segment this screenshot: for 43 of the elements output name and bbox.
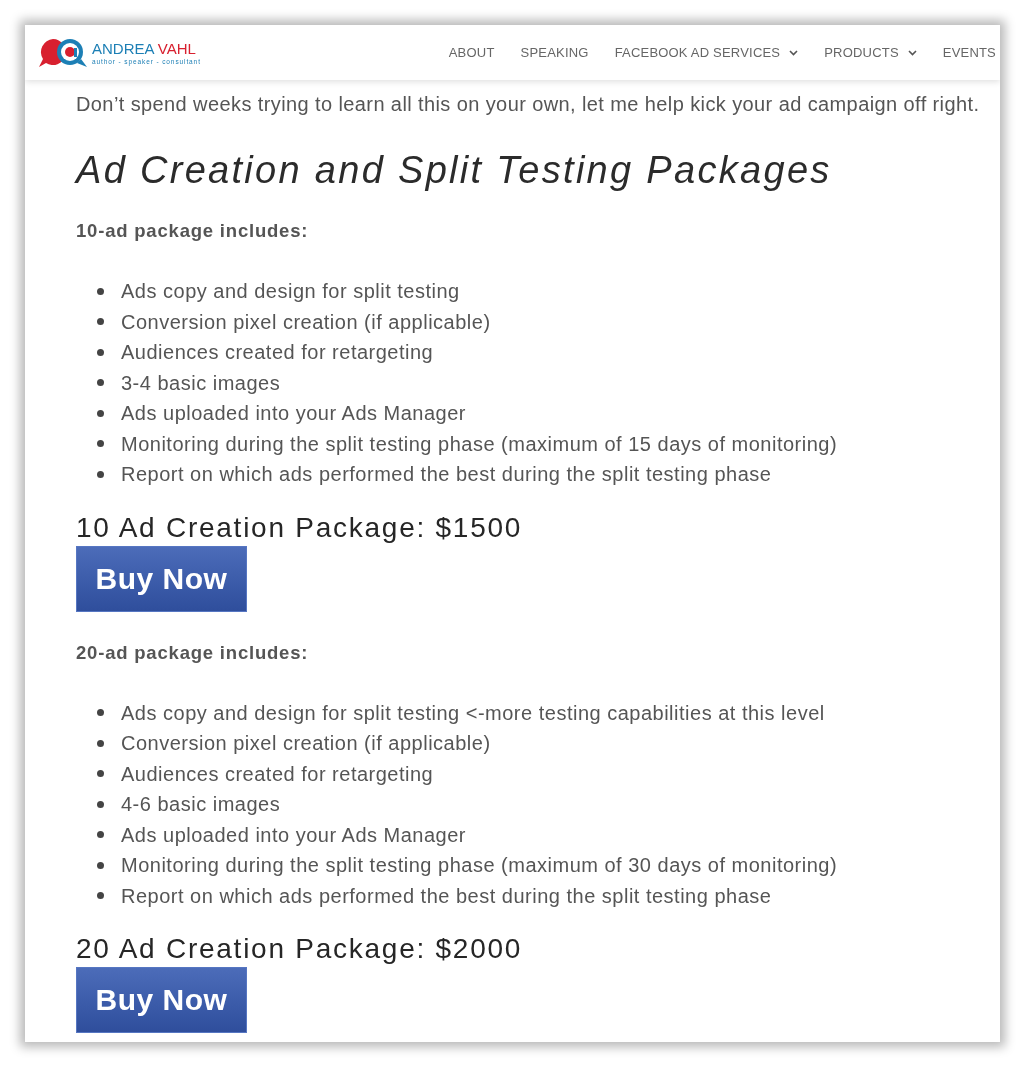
bullet-icon [97, 770, 104, 778]
bullet-icon [97, 709, 104, 717]
feature-text: 3-4 basic images [121, 370, 281, 395]
feature-text: Conversion pixel creation (if applicable) [121, 309, 491, 334]
intro-text: Don’t spend weeks trying to learn all this on your own, let me help kick your ad campaign off right. [76, 92, 981, 116]
feature-text: Ads copy and design for split testing <-more testing capabilities at this level [121, 700, 825, 725]
package-heading: 10-ad package includes: [76, 220, 309, 242]
feature-text: Ads uploaded into your Ads Manager [121, 822, 466, 847]
feature-text: Ads copy and design for split testing [121, 279, 460, 304]
bullet-icon [97, 318, 104, 326]
feature-text: 4-6 basic images [121, 792, 281, 817]
logo-name: ANDREA VAHL [92, 40, 197, 57]
price-heading: 20 Ad Creation Package: $2000 [76, 932, 523, 966]
feature-text: Report on which ads performed the best during the split testing phase [121, 883, 772, 908]
feature-text: Report on which ads performed the best during the split testing phase [121, 462, 772, 487]
bullet-icon [97, 379, 104, 387]
bullet-icon [97, 831, 104, 839]
package-heading: 20-ad package includes: [76, 641, 309, 664]
nav-link[interactable]: EVENTS [942, 45, 996, 60]
bullet-icon [97, 440, 104, 448]
bullet-icon [97, 861, 104, 869]
price-heading: 10 Ad Creation Package: $1500 [76, 510, 523, 545]
page-title: Ad Creation and Split Testing Packages [76, 148, 833, 193]
bullet-icon [97, 800, 104, 808]
feature-text: Monitoring during the split testing phase (maximum of 30 days of monitoring) [121, 853, 838, 878]
buy-now-button[interactable]: Buy Now [76, 545, 247, 612]
feature-text: Monitoring during the split testing phase (maximum of 15 days of monitoring) [121, 431, 838, 456]
bullet-icon [97, 348, 104, 356]
feature-text: Ads uploaded into your Ads Manager [121, 401, 466, 426]
nav-link[interactable]: FACEBOOK AD SERVICES [614, 45, 799, 60]
bullet-icon [97, 287, 104, 295]
feature-text: Audiences created for retargeting [121, 761, 434, 786]
bullet-icon [97, 892, 104, 900]
nav-link[interactable]: PRODUCTS [824, 45, 917, 60]
buy-now-button[interactable]: Buy Now [76, 967, 247, 1033]
feature-text: Audiences created for retargeting [121, 340, 434, 365]
logo-icon [37, 36, 89, 69]
bullet-icon [97, 470, 104, 478]
nav-link[interactable]: SPEAKING [520, 45, 589, 60]
nav-link[interactable]: ABOUT [448, 45, 495, 60]
bullet-icon [97, 409, 104, 417]
feature-text: Conversion pixel creation (if applicable) [121, 731, 491, 756]
bullet-icon [97, 739, 104, 747]
